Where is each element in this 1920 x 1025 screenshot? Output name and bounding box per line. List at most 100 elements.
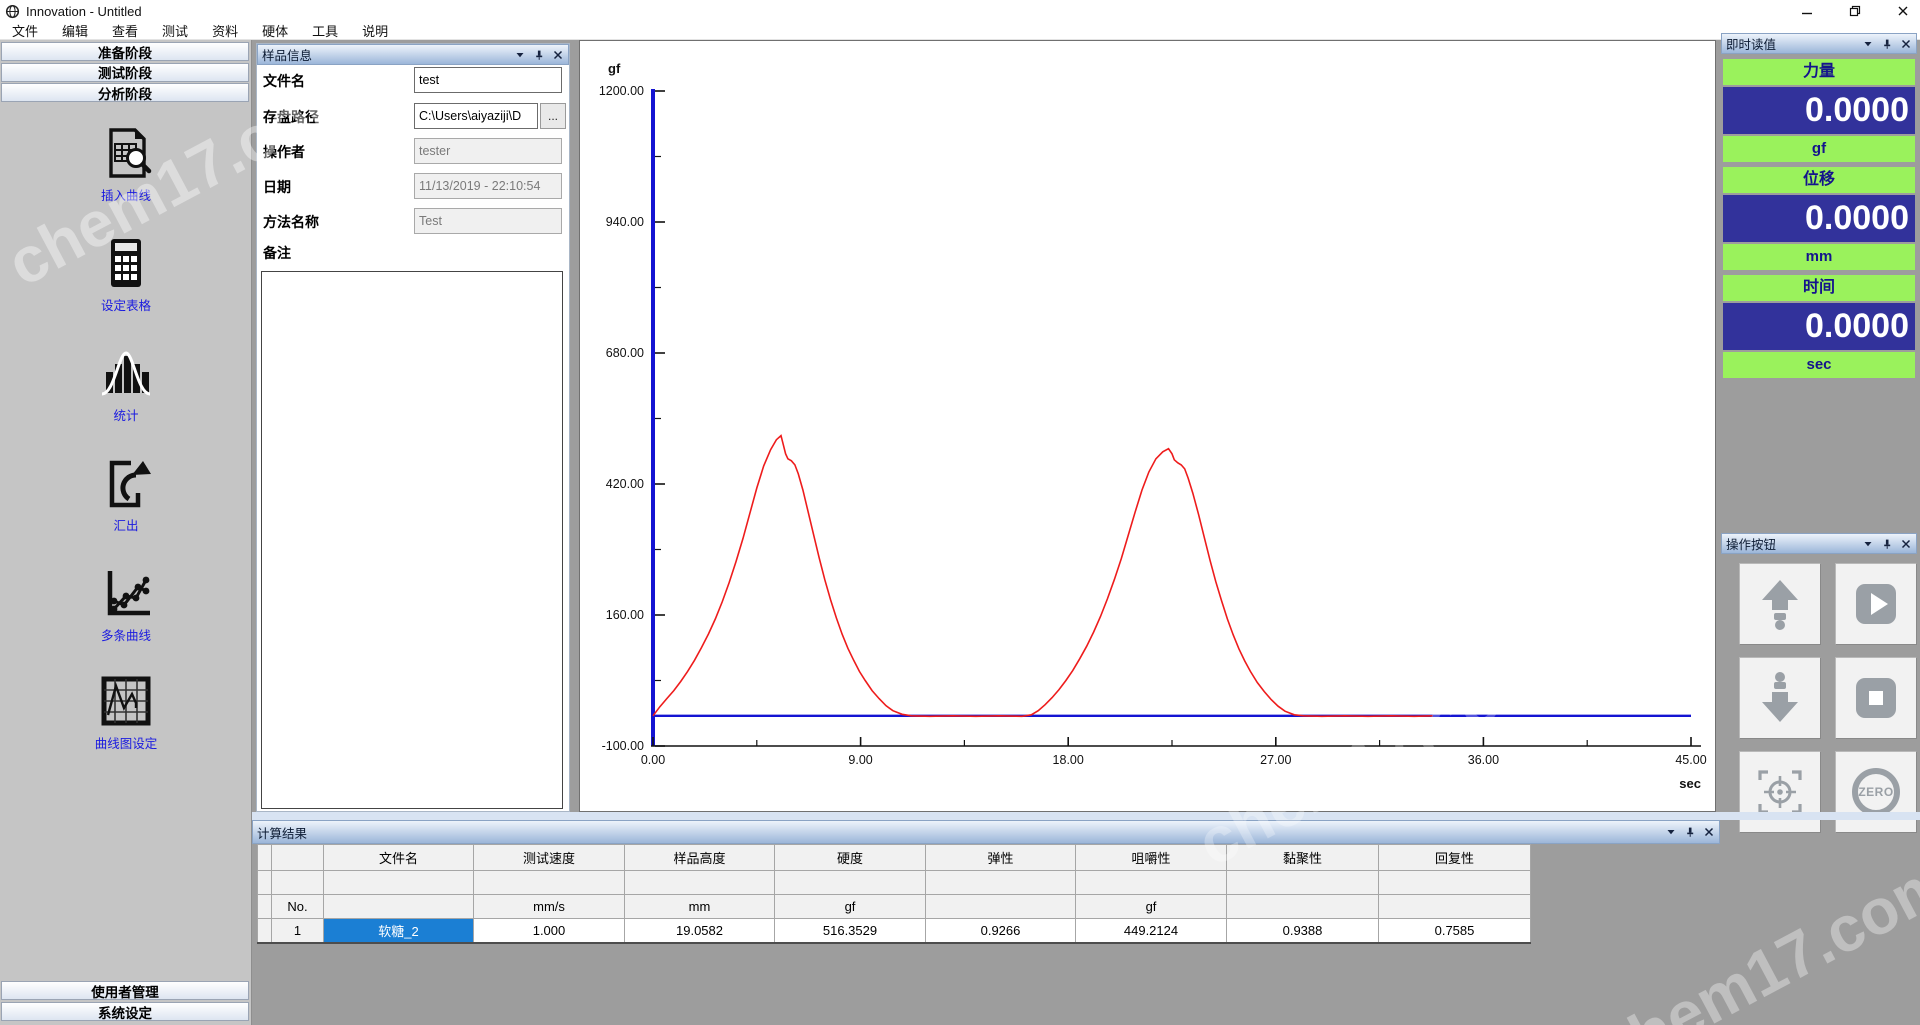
- field-label: 操作者: [263, 142, 305, 162]
- empty-cell: [258, 871, 272, 895]
- bottom-tab-1[interactable]: 系统设定: [1, 1002, 249, 1021]
- close-icon[interactable]: [1900, 538, 1912, 550]
- close-icon[interactable]: [1900, 38, 1912, 50]
- browse-button[interactable]: ...: [540, 103, 566, 129]
- menu-item-0[interactable]: 文件: [0, 21, 50, 40]
- field-row: 操作者: [263, 138, 563, 164]
- menu-item-5[interactable]: 硬体: [250, 21, 300, 40]
- stage-tab-2[interactable]: 分析阶段: [1, 83, 249, 102]
- results-header: 计算结果: [252, 820, 1720, 844]
- tool-chart-settings[interactable]: 曲线图设定: [0, 673, 252, 752]
- column-header: 咀嚼性: [1076, 845, 1227, 871]
- tool-multi-curve[interactable]: 多条曲线: [0, 565, 252, 644]
- pin-icon[interactable]: [533, 49, 545, 61]
- position-button[interactable]: [1739, 751, 1821, 833]
- jog-up-button[interactable]: [1739, 563, 1821, 645]
- field-input-3[interactable]: [414, 173, 562, 199]
- data-cell[interactable]: 449.2124: [1076, 919, 1227, 943]
- column-header: 样品高度: [625, 845, 775, 871]
- data-cell[interactable]: 1.000: [474, 919, 625, 943]
- close-icon[interactable]: [552, 49, 564, 61]
- restore-button[interactable]: [1844, 2, 1866, 20]
- close-icon[interactable]: [1703, 826, 1715, 838]
- action-buttons-panel: 操作按钮 ZERO: [1721, 533, 1917, 845]
- bottom-tab-0[interactable]: 使用者管理: [1, 981, 249, 1000]
- menu-item-4[interactable]: 资料: [200, 21, 250, 40]
- stage-tab-1[interactable]: 测试阶段: [1, 63, 249, 82]
- data-cell[interactable]: 0.9388: [1227, 919, 1379, 943]
- menu-item-3[interactable]: 测试: [150, 21, 200, 40]
- data-cell[interactable]: 19.0582: [625, 919, 775, 943]
- row-number[interactable]: 1: [272, 919, 324, 943]
- column-header: 黏聚性: [1227, 845, 1379, 871]
- data-cell[interactable]: 0.9266: [926, 919, 1076, 943]
- column-header: 测试速度: [474, 845, 625, 871]
- data-cell[interactable]: 516.3529: [775, 919, 926, 943]
- x-axis-unit: sec: [1679, 776, 1701, 791]
- jog-down-button[interactable]: [1739, 657, 1821, 739]
- unit-cell: [1227, 895, 1379, 919]
- tool-label: 多条曲线: [0, 625, 252, 644]
- results-panel: 计算结果 文件名测试速度样品高度硬度弹性咀嚼性黏聚性回复性No.mm/smmgf…: [252, 820, 1720, 1025]
- insert-curve-icon: [98, 125, 154, 181]
- menu-item-7[interactable]: 说明: [350, 21, 400, 40]
- zero-label: ZERO: [1858, 785, 1893, 799]
- export-icon: [98, 455, 154, 511]
- field-input-1[interactable]: [414, 103, 538, 129]
- chevron-down-icon[interactable]: [1665, 826, 1677, 838]
- chevron-down-icon[interactable]: [1862, 538, 1874, 550]
- empty-cell: [324, 871, 474, 895]
- tool-table-setup[interactable]: 设定表格: [0, 235, 252, 314]
- x-tick-label: 9.00: [848, 753, 872, 767]
- column-header: 文件名: [324, 845, 474, 871]
- grip-cell: [258, 845, 272, 871]
- window-title: Innovation - Untitled: [26, 4, 142, 19]
- zero-button[interactable]: ZERO: [1835, 751, 1917, 833]
- panel-title: 即时读值: [1726, 34, 1862, 53]
- menu-item-1[interactable]: 编辑: [50, 21, 100, 40]
- grip-cell: [258, 919, 272, 943]
- tool-label: 插入曲线: [0, 185, 252, 204]
- panel-title: 样品信息: [262, 45, 514, 64]
- empty-cell: [1379, 871, 1531, 895]
- reading-value: 0.0000: [1723, 303, 1915, 350]
- unit-cell: mm: [625, 895, 775, 919]
- minimize-button[interactable]: [1796, 2, 1818, 20]
- reading-2: 时间0.0000sec: [1723, 275, 1915, 378]
- field-input-2[interactable]: [414, 138, 562, 164]
- chevron-down-icon[interactable]: [1862, 38, 1874, 50]
- tool-statistics[interactable]: 统计: [0, 345, 252, 424]
- tool-label: 统计: [0, 405, 252, 424]
- field-input-0[interactable]: [414, 67, 562, 93]
- column-header: 硬度: [775, 845, 926, 871]
- pin-icon[interactable]: [1881, 38, 1893, 50]
- app-window: Innovation - Untitled 文件编辑查看测试资料硬体工具说明 准…: [0, 0, 1920, 1025]
- y-tick-label: 940.00: [606, 215, 644, 229]
- chevron-down-icon[interactable]: [514, 49, 526, 61]
- data-cell[interactable]: 0.7585: [1379, 919, 1531, 943]
- app-logo-icon: [5, 4, 20, 19]
- notes-textarea[interactable]: [261, 271, 563, 809]
- live-readings-header: 即时读值: [1721, 33, 1917, 54]
- field-row: 文件名: [263, 67, 563, 93]
- reading-label: 位移: [1723, 167, 1915, 193]
- close-button[interactable]: [1892, 2, 1914, 20]
- stop-button[interactable]: [1835, 657, 1917, 739]
- pin-icon[interactable]: [1881, 538, 1893, 550]
- notes-label: 备注: [263, 243, 291, 263]
- reading-label: 力量: [1723, 59, 1915, 85]
- pin-icon[interactable]: [1684, 826, 1696, 838]
- run-button[interactable]: [1835, 563, 1917, 645]
- tool-insert-curve[interactable]: 插入曲线: [0, 125, 252, 204]
- tool-export[interactable]: 汇出: [0, 455, 252, 534]
- tool-label: 设定表格: [0, 295, 252, 314]
- data-cell[interactable]: 软糖_2: [324, 919, 474, 943]
- field-input-4[interactable]: [414, 208, 562, 234]
- y-tick-label: 420.00: [606, 477, 644, 491]
- stage-tab-0[interactable]: 准备阶段: [1, 42, 249, 61]
- tool-label: 汇出: [0, 515, 252, 534]
- table-row: 1软糖_21.00019.0582516.35290.9266449.21240…: [258, 919, 1531, 943]
- menu-item-6[interactable]: 工具: [300, 21, 350, 40]
- menu-item-2[interactable]: 查看: [100, 21, 150, 40]
- horizontal-splitter[interactable]: [252, 812, 1920, 820]
